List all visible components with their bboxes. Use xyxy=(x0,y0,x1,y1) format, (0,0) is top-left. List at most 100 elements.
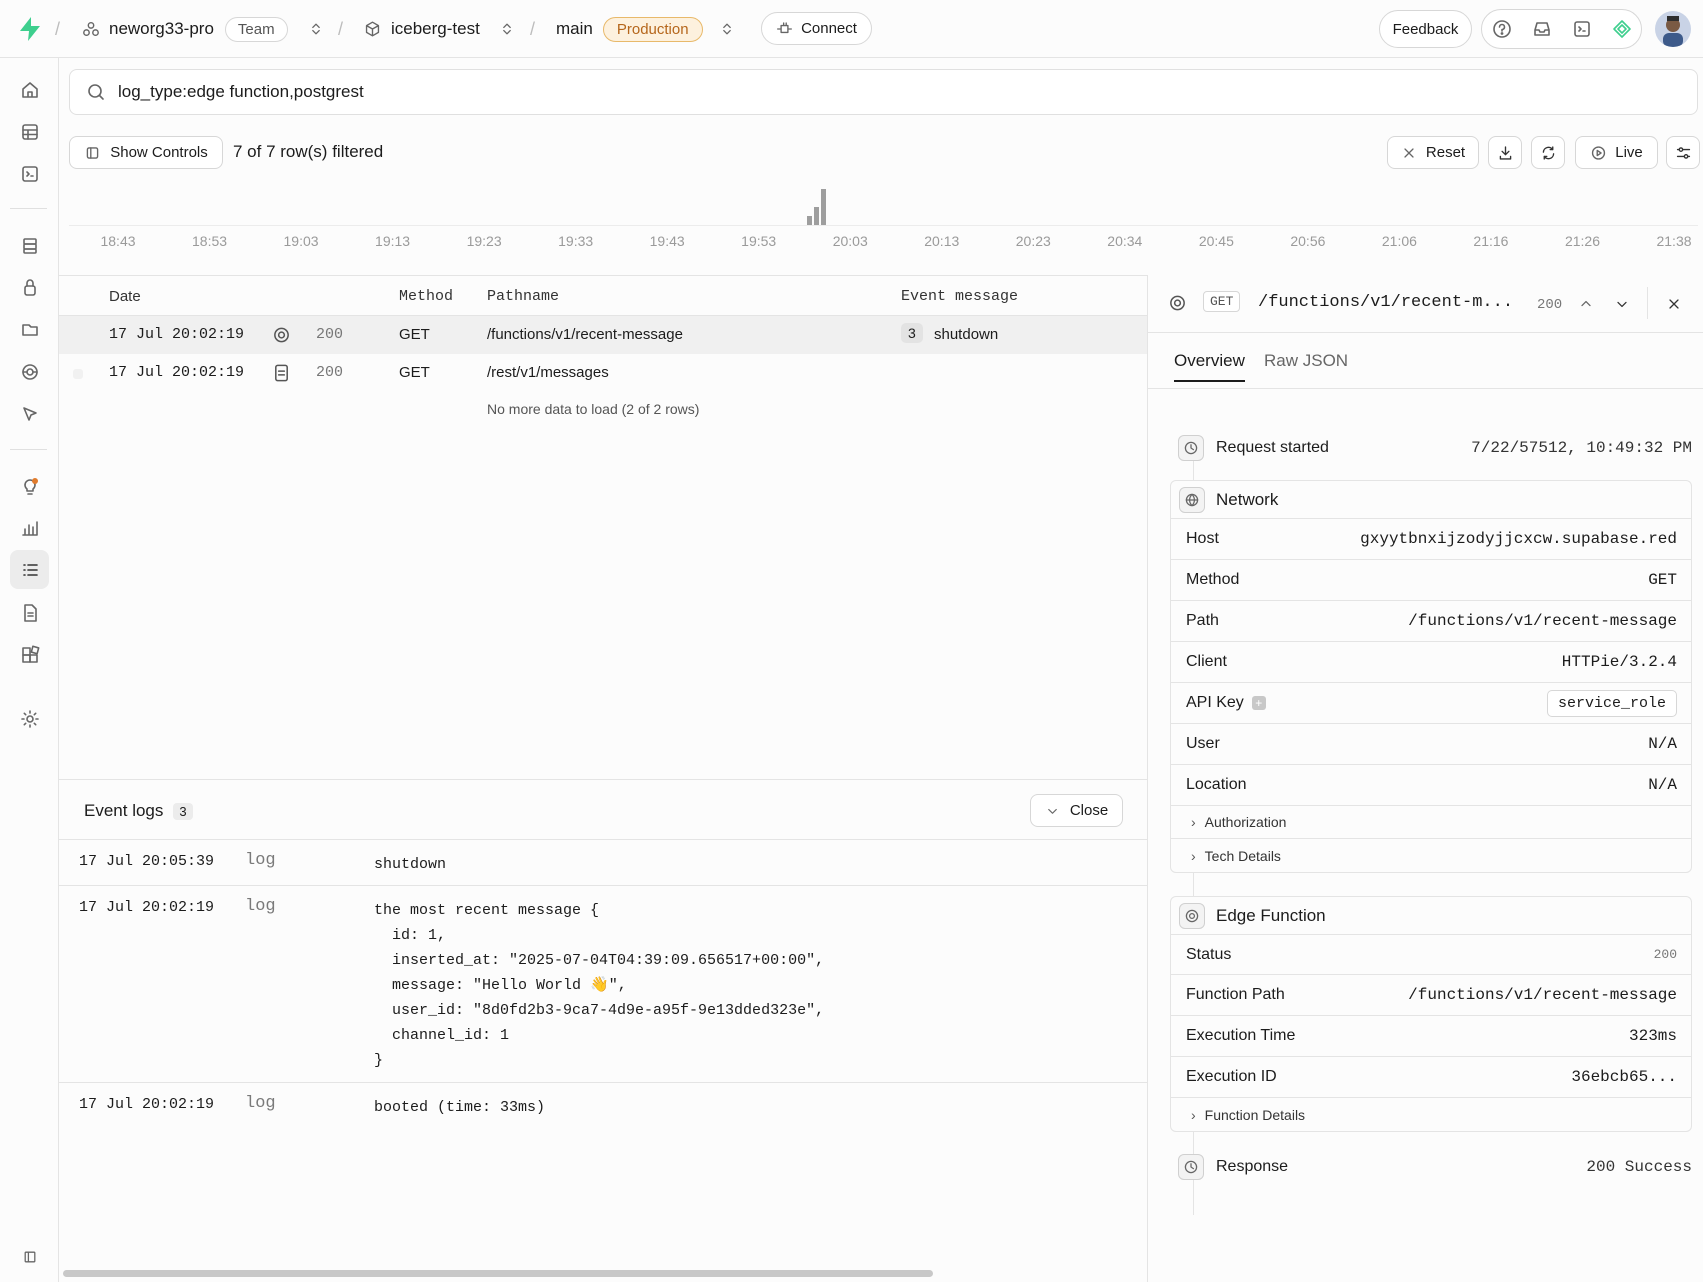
branch-switch-chevron-icon[interactable] xyxy=(719,0,735,58)
row-path: /rest/v1/messages xyxy=(487,364,609,381)
event-date: 17 Jul 20:02:19 xyxy=(79,899,215,916)
row-select-checkbox[interactable] xyxy=(73,369,83,379)
advisors-bulb-icon[interactable] xyxy=(10,466,49,505)
event-log-row[interactable]: 17 Jul 20:05:39 log shutdown xyxy=(59,839,1147,885)
execution-id-label: Execution ID xyxy=(1186,1068,1277,1085)
histogram-tick-label: 21:16 xyxy=(1473,233,1509,249)
chevron-down-icon[interactable] xyxy=(1614,294,1630,314)
tech-details-expander[interactable]: › Tech Details xyxy=(1171,839,1691,872)
sliders-icon xyxy=(1676,146,1690,159)
rail-divider xyxy=(10,449,47,450)
branch-selector[interactable]: main Production xyxy=(556,0,703,58)
table-editor-icon[interactable] xyxy=(10,112,49,151)
event-level: log xyxy=(245,851,276,870)
show-controls-label: Show Controls xyxy=(110,144,208,161)
histogram-tick-label: 21:38 xyxy=(1656,233,1692,249)
sql-editor-icon[interactable] xyxy=(10,154,49,193)
histogram-tick-label: 20:34 xyxy=(1107,233,1143,249)
feedback-button[interactable]: Feedback xyxy=(1379,10,1472,48)
network-header: Network xyxy=(1171,481,1691,519)
edge-functions-icon[interactable] xyxy=(10,352,49,391)
execution-id-row: Execution ID 36ebcb65... xyxy=(1171,1057,1691,1098)
function-details-label: Function Details xyxy=(1204,1106,1306,1123)
search-icon xyxy=(88,84,104,100)
event-log-row[interactable]: 17 Jul 20:02:19 log booted (time: 33ms) xyxy=(59,1082,1147,1128)
live-button[interactable]: Live xyxy=(1575,136,1658,169)
database-icon[interactable] xyxy=(10,226,49,265)
help-icon[interactable] xyxy=(1486,10,1518,48)
home-icon[interactable] xyxy=(10,70,49,109)
histogram-tick-label: 18:43 xyxy=(100,233,136,249)
event-level: log xyxy=(245,1094,276,1113)
log-histogram[interactable]: 18:43 18:53 19:03 19:13 19:23 19:33 19:43 19:53… xyxy=(69,176,1698,261)
integrations-icon[interactable] xyxy=(10,635,49,674)
chevron-up-icon[interactable] xyxy=(1578,294,1594,314)
table-row[interactable]: 17 Jul 20:02:19 200 GET /rest/v1/message… xyxy=(59,354,1147,392)
detail-header: GET /functions/v1/recent-m... 200 xyxy=(1148,275,1703,333)
settings-gear-icon[interactable] xyxy=(10,699,49,738)
assistant-diamond-icon[interactable] xyxy=(1606,10,1638,48)
histogram-bar[interactable] xyxy=(807,216,812,225)
api-docs-icon[interactable] xyxy=(10,593,49,632)
event-date: 17 Jul 20:05:39 xyxy=(79,853,215,870)
info-icon[interactable]: + xyxy=(1251,696,1266,710)
show-controls-button[interactable]: Show Controls xyxy=(69,136,223,169)
org-plan-badge: Team xyxy=(224,16,288,42)
log-search-input[interactable]: log_type:edge function,postgrest xyxy=(69,69,1698,115)
function-path-label: Function Path xyxy=(1186,986,1285,1003)
org-switch-chevron-icon[interactable] xyxy=(308,0,324,58)
table-row[interactable]: 17 Jul 20:02:19 200 GET /functions/v1/re… xyxy=(59,316,1147,354)
storage-icon[interactable] xyxy=(10,309,49,348)
close-x-icon xyxy=(1404,147,1414,158)
request-started-value: 7/22/57512, 10:49:32 PM xyxy=(1471,439,1692,457)
edge-function-title: Edge Function xyxy=(1216,905,1326,925)
refresh-button[interactable] xyxy=(1531,136,1565,169)
location-label: Location xyxy=(1186,776,1247,793)
execution-time-row: Execution Time 323ms xyxy=(1171,1016,1691,1057)
histogram-bar[interactable] xyxy=(814,207,819,225)
tab-overview[interactable]: Overview xyxy=(1174,351,1245,382)
api-key-label: API Key xyxy=(1186,694,1244,711)
horizontal-scrollbar[interactable] xyxy=(63,1270,933,1277)
event-logs-count: 3 xyxy=(173,802,193,820)
host-label: Host xyxy=(1186,530,1219,547)
collapse-sidebar-icon[interactable] xyxy=(10,1237,49,1276)
close-events-button[interactable]: Close xyxy=(1030,794,1123,827)
org-selector[interactable]: neworg33-pro Team xyxy=(82,0,288,58)
clock-icon xyxy=(1178,435,1204,461)
rail-divider xyxy=(10,208,47,209)
row-date: 17 Jul 20:02:19 xyxy=(109,364,245,381)
edge-function-section: Edge Function Status 200 Function Path/fu… xyxy=(1170,896,1692,1132)
download-button[interactable] xyxy=(1488,136,1522,169)
inbox-icon[interactable] xyxy=(1526,10,1558,48)
supabase-logo-icon[interactable] xyxy=(18,16,42,42)
response-value: 200 Success xyxy=(1586,1158,1692,1176)
location-row: Location N/A xyxy=(1171,765,1691,806)
reports-chart-icon[interactable] xyxy=(10,508,49,547)
event-log-row[interactable]: 17 Jul 20:02:19 log the most recent mess… xyxy=(59,885,1147,1082)
row-event: shutdown xyxy=(934,326,999,343)
project-switch-chevron-icon[interactable] xyxy=(499,0,515,58)
project-name: iceberg-test xyxy=(391,19,480,38)
close-icon[interactable] xyxy=(1666,294,1682,314)
connect-label: Connect xyxy=(801,20,857,37)
project-selector[interactable]: iceberg-test xyxy=(364,0,480,58)
authorization-expander[interactable]: › Authorization xyxy=(1171,806,1691,839)
realtime-cursor-icon[interactable] xyxy=(10,394,49,433)
connect-button[interactable]: Connect xyxy=(761,12,872,45)
user-value: N/A xyxy=(1648,735,1677,753)
logs-list-icon[interactable] xyxy=(10,550,49,589)
request-started-label: Request started xyxy=(1216,439,1329,456)
filter-settings-button[interactable] xyxy=(1666,136,1700,169)
reset-button[interactable]: Reset xyxy=(1387,136,1479,169)
tab-raw-json[interactable]: Raw JSON xyxy=(1264,351,1348,371)
function-details-expander[interactable]: › Function Details xyxy=(1171,1098,1691,1131)
histogram-bar[interactable] xyxy=(821,189,826,225)
api-doc-icon xyxy=(272,363,291,383)
col-pathname: Pathname xyxy=(487,288,560,305)
host-row: Host gxyytbnxijzodyjjcxcw.supabase.red xyxy=(1171,519,1691,560)
search-query: log_type:edge function,postgrest xyxy=(118,82,364,101)
terminal-icon[interactable] xyxy=(1566,10,1598,48)
user-avatar[interactable] xyxy=(1655,11,1691,47)
auth-lock-icon[interactable] xyxy=(10,267,49,306)
